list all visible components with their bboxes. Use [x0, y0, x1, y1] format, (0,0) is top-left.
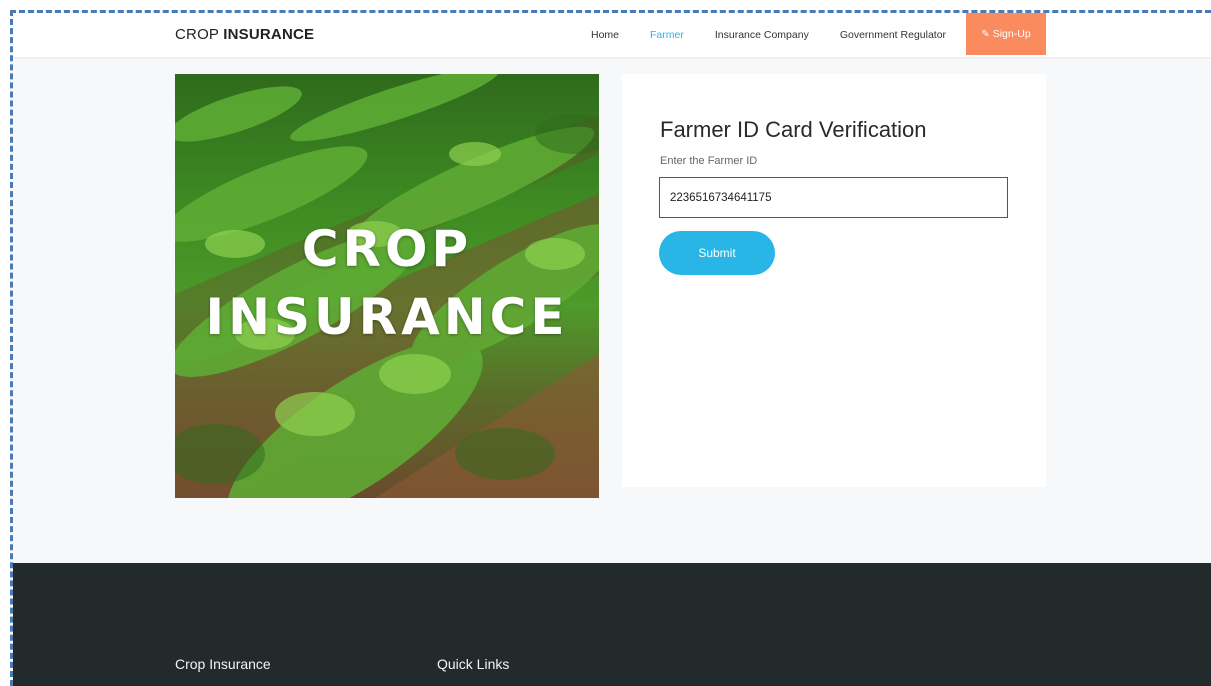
- submit-button[interactable]: Submit: [659, 231, 775, 275]
- nav-insurance-company[interactable]: Insurance Company: [715, 29, 809, 41]
- nav-home[interactable]: Home: [591, 29, 619, 41]
- signup-label: Sign-Up: [992, 28, 1031, 40]
- nav-farmer[interactable]: Farmer: [650, 29, 684, 41]
- hero-title-line2: INSURANCE: [205, 288, 569, 346]
- browser-viewport: CROP INSURANCE Home Farmer Insurance Com…: [10, 10, 1211, 686]
- hero-title-line1: CROP: [301, 220, 473, 278]
- crop-field-illustration: [175, 74, 599, 498]
- footer-crop-insurance-heading: Crop Insurance: [175, 656, 271, 672]
- brand-logo[interactable]: CROP INSURANCE: [175, 26, 314, 43]
- farmer-id-label: Enter the Farmer ID: [660, 155, 758, 167]
- footer: Crop Insurance Quick Links: [13, 563, 1211, 686]
- brand-light: CROP: [175, 26, 219, 43]
- pencil-icon: ✎: [981, 28, 990, 40]
- footer-quick-links-heading: Quick Links: [437, 656, 510, 672]
- farmer-id-input[interactable]: [659, 177, 1008, 218]
- navbar: CROP INSURANCE Home Farmer Insurance Com…: [13, 13, 1211, 57]
- signup-button[interactable]: ✎ Sign-Up: [966, 13, 1046, 55]
- brand-bold: INSURANCE: [223, 26, 315, 43]
- card-title: Farmer ID Card Verification: [660, 117, 927, 142]
- nav-links: Home Farmer Insurance Company Government…: [591, 13, 977, 57]
- nav-government-regulator[interactable]: Government Regulator: [840, 29, 946, 41]
- hero-image: CROP INSURANCE: [175, 74, 599, 498]
- verification-card: Farmer ID Card Verification Enter the Fa…: [622, 74, 1046, 487]
